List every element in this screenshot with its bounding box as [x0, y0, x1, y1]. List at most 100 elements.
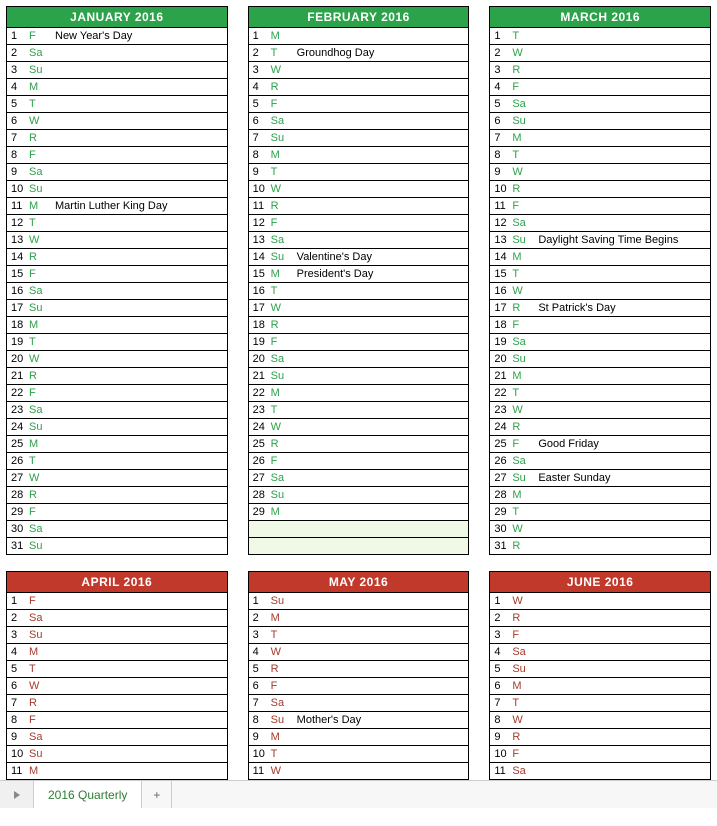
- day-row[interactable]: 22T: [490, 384, 710, 401]
- day-row[interactable]: 28Su: [249, 486, 469, 503]
- day-row[interactable]: 5Su: [490, 660, 710, 677]
- day-row[interactable]: 5F: [249, 95, 469, 112]
- day-row[interactable]: [249, 537, 469, 554]
- day-row[interactable]: 26T: [7, 452, 227, 469]
- day-row[interactable]: 12F: [249, 214, 469, 231]
- day-row[interactable]: 24Su: [7, 418, 227, 435]
- day-row[interactable]: 13W: [7, 231, 227, 248]
- day-row[interactable]: 1M: [249, 27, 469, 44]
- day-row[interactable]: 18F: [490, 316, 710, 333]
- day-row[interactable]: [249, 520, 469, 537]
- day-row[interactable]: 8W: [490, 711, 710, 728]
- day-row[interactable]: 7Su: [249, 129, 469, 146]
- day-row[interactable]: 5R: [249, 660, 469, 677]
- day-row[interactable]: 27W: [7, 469, 227, 486]
- day-row[interactable]: 3W: [249, 61, 469, 78]
- day-row[interactable]: 11Sa: [490, 762, 710, 779]
- day-row[interactable]: 17Su: [7, 299, 227, 316]
- day-row[interactable]: 15F: [7, 265, 227, 282]
- day-row[interactable]: 3R: [490, 61, 710, 78]
- day-row[interactable]: 8F: [7, 711, 227, 728]
- day-row[interactable]: 7Sa: [249, 694, 469, 711]
- day-row[interactable]: 31Su: [7, 537, 227, 554]
- day-row[interactable]: 16T: [249, 282, 469, 299]
- day-row[interactable]: 21R: [7, 367, 227, 384]
- day-row[interactable]: 24R: [490, 418, 710, 435]
- day-row[interactable]: 1W: [490, 592, 710, 609]
- day-row[interactable]: 8T: [490, 146, 710, 163]
- day-row[interactable]: 29M: [249, 503, 469, 520]
- day-row[interactable]: 23Sa: [7, 401, 227, 418]
- day-row[interactable]: 20Sa: [249, 350, 469, 367]
- day-row[interactable]: 31R: [490, 537, 710, 554]
- day-row[interactable]: 4R: [249, 78, 469, 95]
- day-row[interactable]: 10R: [490, 180, 710, 197]
- day-row[interactable]: 28R: [7, 486, 227, 503]
- day-row[interactable]: 6Sa: [249, 112, 469, 129]
- day-row[interactable]: 12Sa: [490, 214, 710, 231]
- day-row[interactable]: 3Su: [7, 626, 227, 643]
- day-row[interactable]: 17RSt Patrick's Day: [490, 299, 710, 316]
- day-row[interactable]: 29F: [7, 503, 227, 520]
- day-row[interactable]: 6M: [490, 677, 710, 694]
- day-row[interactable]: 5T: [7, 95, 227, 112]
- day-row[interactable]: 2M: [249, 609, 469, 626]
- day-row[interactable]: 23T: [249, 401, 469, 418]
- day-row[interactable]: 9Sa: [7, 163, 227, 180]
- day-row[interactable]: 10Su: [7, 180, 227, 197]
- day-row[interactable]: 7R: [7, 694, 227, 711]
- day-row[interactable]: 6W: [7, 677, 227, 694]
- day-row[interactable]: 3T: [249, 626, 469, 643]
- day-row[interactable]: 4M: [7, 78, 227, 95]
- day-row[interactable]: 4F: [490, 78, 710, 95]
- day-row[interactable]: 27SuEaster Sunday: [490, 469, 710, 486]
- day-row[interactable]: 19F: [249, 333, 469, 350]
- day-row[interactable]: 9Sa: [7, 728, 227, 745]
- day-row[interactable]: 4Sa: [490, 643, 710, 660]
- day-row[interactable]: 18M: [7, 316, 227, 333]
- day-row[interactable]: 7R: [7, 129, 227, 146]
- day-row[interactable]: 11MMartin Luther King Day: [7, 197, 227, 214]
- day-row[interactable]: 9M: [249, 728, 469, 745]
- day-row[interactable]: 7M: [490, 129, 710, 146]
- day-row[interactable]: 27Sa: [249, 469, 469, 486]
- day-row[interactable]: 14R: [7, 248, 227, 265]
- day-row[interactable]: 26Sa: [490, 452, 710, 469]
- add-sheet-button[interactable]: +: [142, 781, 172, 808]
- day-row[interactable]: 1T: [490, 27, 710, 44]
- day-row[interactable]: 10W: [249, 180, 469, 197]
- day-row[interactable]: 2R: [490, 609, 710, 626]
- day-row[interactable]: 6Su: [490, 112, 710, 129]
- day-row[interactable]: 12T: [7, 214, 227, 231]
- day-row[interactable]: 11R: [249, 197, 469, 214]
- day-row[interactable]: 6W: [7, 112, 227, 129]
- day-row[interactable]: 19T: [7, 333, 227, 350]
- day-row[interactable]: 4W: [249, 643, 469, 660]
- day-row[interactable]: 2Sa: [7, 44, 227, 61]
- day-row[interactable]: 11M: [7, 762, 227, 779]
- day-row[interactable]: 18R: [249, 316, 469, 333]
- day-row[interactable]: 1F: [7, 592, 227, 609]
- day-row[interactable]: 5Sa: [490, 95, 710, 112]
- day-row[interactable]: 9W: [490, 163, 710, 180]
- day-row[interactable]: 2W: [490, 44, 710, 61]
- day-row[interactable]: 8F: [7, 146, 227, 163]
- day-row[interactable]: 20Su: [490, 350, 710, 367]
- day-row[interactable]: 10Su: [7, 745, 227, 762]
- day-row[interactable]: 9T: [249, 163, 469, 180]
- day-row[interactable]: 1Su: [249, 592, 469, 609]
- day-row[interactable]: 17W: [249, 299, 469, 316]
- day-row[interactable]: 11W: [249, 762, 469, 779]
- day-row[interactable]: 20W: [7, 350, 227, 367]
- day-row[interactable]: 29T: [490, 503, 710, 520]
- day-row[interactable]: 7T: [490, 694, 710, 711]
- day-row[interactable]: 21Su: [249, 367, 469, 384]
- day-row[interactable]: 13SuDaylight Saving Time Begins: [490, 231, 710, 248]
- day-row[interactable]: 11F: [490, 197, 710, 214]
- day-row[interactable]: 15T: [490, 265, 710, 282]
- day-row[interactable]: 14M: [490, 248, 710, 265]
- day-row[interactable]: 2Sa: [7, 609, 227, 626]
- day-row[interactable]: 4M: [7, 643, 227, 660]
- day-row[interactable]: 25FGood Friday: [490, 435, 710, 452]
- day-row[interactable]: 30W: [490, 520, 710, 537]
